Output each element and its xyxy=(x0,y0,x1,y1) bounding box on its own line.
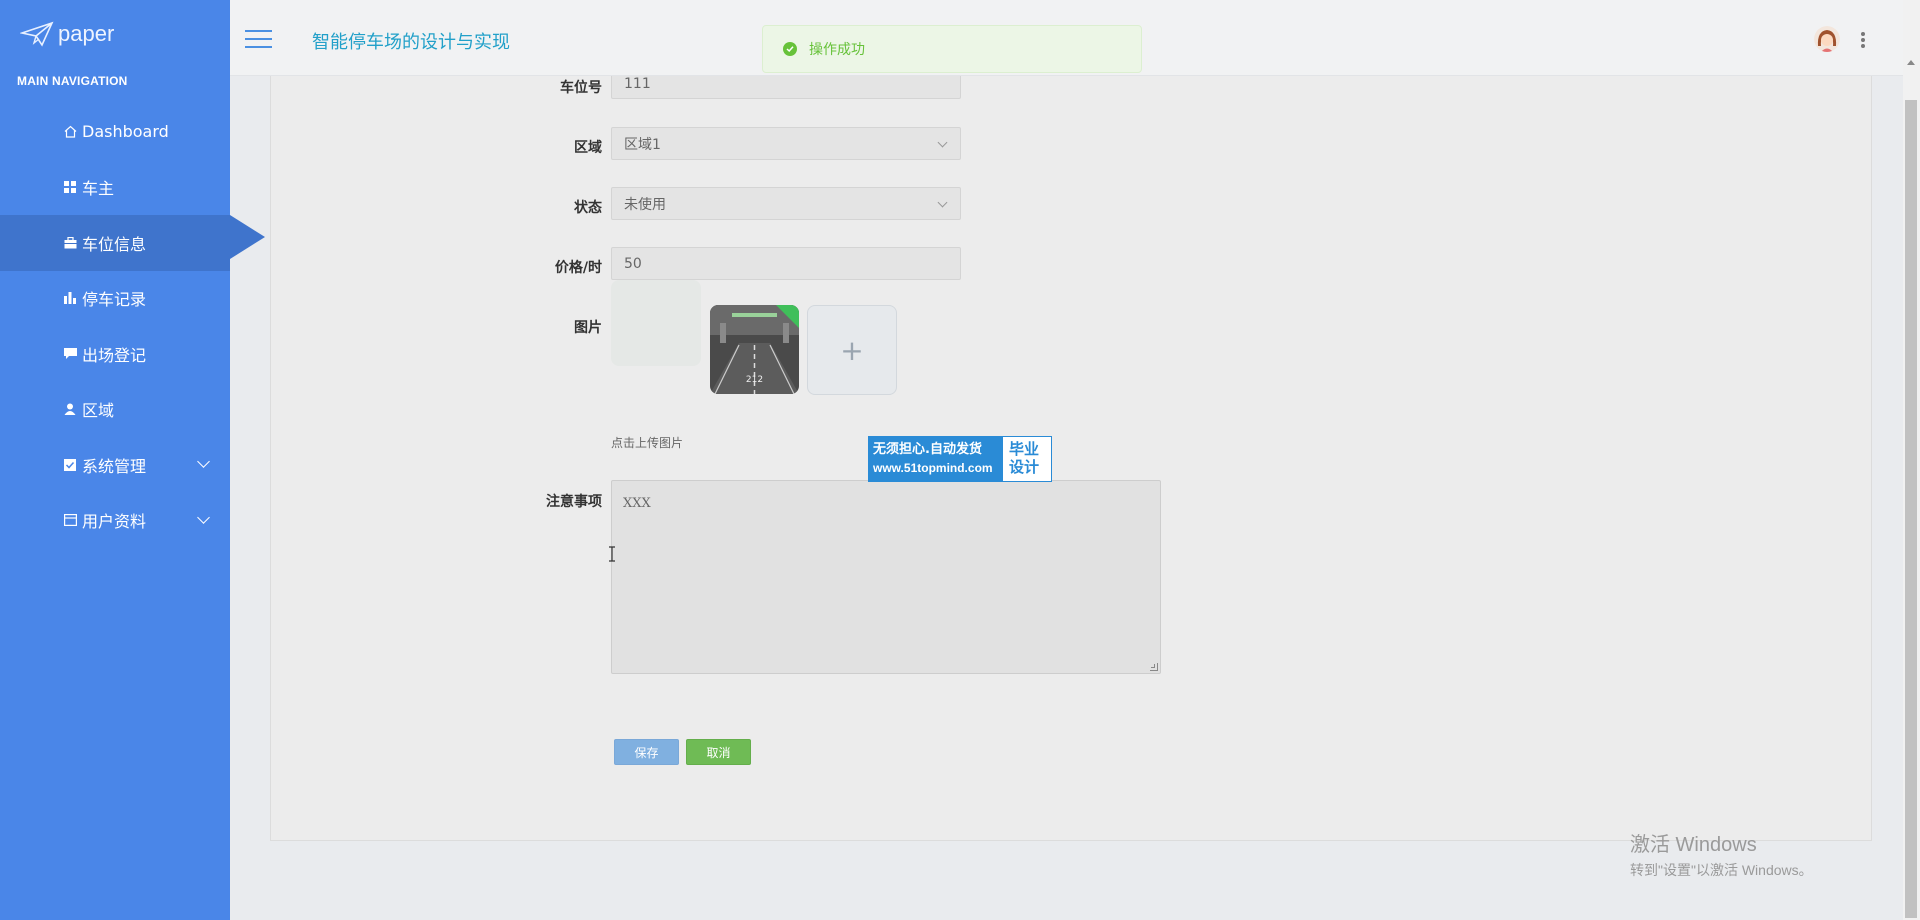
sidebar-item-parking-space-info[interactable]: 车位信息 xyxy=(0,215,265,271)
sidebar-item-exit-registration[interactable]: 出场登记 xyxy=(0,326,230,382)
paper-plane-icon xyxy=(20,21,54,47)
sidebar-item-label: 区域 xyxy=(82,401,115,421)
briefcase-icon xyxy=(63,236,77,250)
notes-label: 注意事项 xyxy=(546,494,602,510)
sidebar-item-dashboard[interactable]: Dashboard xyxy=(0,104,230,160)
resize-handle-icon[interactable] xyxy=(1150,663,1158,671)
sidebar-item-label: 车位信息 xyxy=(82,234,147,254)
app-title: 智能停车场的设计与实现 xyxy=(312,32,510,53)
image-drag-ghost xyxy=(611,280,701,366)
chevron-down-icon[interactable] xyxy=(197,510,210,524)
space-no-label: 车位号 xyxy=(560,80,602,96)
status-select[interactable]: 未使用 xyxy=(611,187,961,220)
sidebar-item-parking-records[interactable]: 停车记录 xyxy=(0,271,230,327)
user-avatar[interactable] xyxy=(1814,26,1840,52)
upload-image-button[interactable]: + xyxy=(807,305,897,395)
sidebar-item-label: 停车记录 xyxy=(82,290,147,310)
sidebar-item-user-profile[interactable]: 用户资料 xyxy=(0,493,230,549)
chevron-down-icon xyxy=(937,197,948,208)
calendar-icon xyxy=(63,513,77,527)
scroll-up-icon[interactable] xyxy=(1907,60,1915,65)
sidebar-item-label: 用户资料 xyxy=(82,512,147,532)
image-label: 图片 xyxy=(574,320,602,336)
windows-activation-notice: 激活 Windows 转到"设置"以激活 Windows。 xyxy=(1630,834,1813,878)
upload-hint: 点击上传图片 xyxy=(611,436,684,450)
sidebar-item-label: 车主 xyxy=(82,179,115,199)
content-panel xyxy=(270,60,1872,841)
scroll-thumb[interactable] xyxy=(1905,100,1917,918)
text-cursor-icon xyxy=(607,546,615,562)
comment-icon xyxy=(63,347,77,361)
chevron-down-icon xyxy=(937,137,948,148)
plus-icon: + xyxy=(840,333,864,367)
success-check-icon xyxy=(783,42,797,56)
success-toast: 操作成功 xyxy=(762,25,1142,73)
home-icon xyxy=(63,125,77,139)
logo-text: paper xyxy=(58,21,115,46)
check-square-icon xyxy=(63,458,77,472)
price-input[interactable]: 50 xyxy=(611,247,961,280)
sidebar-item-system-management[interactable]: 系统管理 xyxy=(0,437,230,493)
area-label: 区域 xyxy=(574,140,602,156)
uploaded-image-thumbnail[interactable]: 212 xyxy=(710,305,799,394)
grid-icon xyxy=(63,180,77,194)
sidebar-item-area[interactable]: 区域 xyxy=(0,382,230,438)
sidebar-item-label: 出场登记 xyxy=(82,345,147,365)
area-select[interactable]: 区域1 xyxy=(611,127,961,160)
chevron-down-icon[interactable] xyxy=(197,455,210,468)
status-label: 状态 xyxy=(574,200,602,216)
cancel-button[interactable]: 取消 xyxy=(686,739,751,765)
svg-text:212: 212 xyxy=(746,375,763,385)
page-scrollbar[interactable] xyxy=(1903,0,1920,920)
watermark-badge: 无须担心.自动发货 www.51topmind.com 毕业 设计 xyxy=(868,436,1052,482)
user-icon xyxy=(63,402,77,416)
logo[interactable]: paper xyxy=(0,0,230,68)
bar-chart-icon xyxy=(63,291,77,305)
more-options-icon[interactable] xyxy=(1861,32,1865,48)
sidebar: paper MAIN NAVIGATION Dashboard 车主 车位信息 … xyxy=(0,0,265,920)
sidebar-item-label: 系统管理 xyxy=(82,456,147,476)
sidebar-item-label: Dashboard xyxy=(82,122,169,142)
nav-header: MAIN NAVIGATION xyxy=(17,74,128,88)
toast-message: 操作成功 xyxy=(809,42,865,58)
sidebar-item-owner[interactable]: 车主 xyxy=(0,160,230,216)
notes-textarea[interactable]: XXX xyxy=(611,480,1161,674)
price-label: 价格/时 xyxy=(554,260,602,276)
menu-toggle-icon[interactable] xyxy=(245,30,272,50)
save-button[interactable]: 保存 xyxy=(614,739,679,765)
